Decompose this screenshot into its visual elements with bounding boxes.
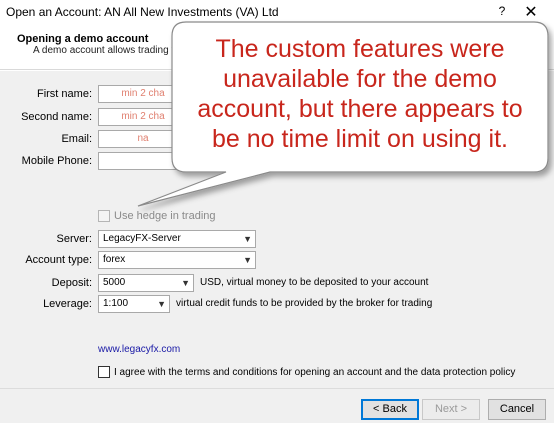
hedge-option: Use hedge in trading: [98, 210, 216, 222]
agree-option: I agree with the terms and conditions fo…: [98, 366, 515, 378]
server-value: LegacyFX-Server: [103, 233, 181, 244]
second-name-field[interactable]: min 2 cha: [98, 108, 188, 126]
leverage-label: Leverage:: [43, 298, 92, 310]
first-name-field[interactable]: min 2 cha: [98, 85, 188, 103]
leverage-note: virtual credit funds to be provided by t…: [176, 298, 433, 309]
server-select[interactable]: LegacyFX-Server ▼: [98, 230, 256, 248]
second-name-label: Second name:: [21, 111, 92, 123]
account-type-label: Account type:: [25, 254, 92, 266]
annotation-text: The custom features were unavailable for…: [197, 35, 523, 153]
deposit-value: 5000: [103, 277, 126, 288]
email-field[interactable]: na: [98, 130, 188, 148]
header-subtitle: A demo account allows trading with: [33, 45, 190, 56]
deposit-note: USD, virtual money to be deposited to yo…: [200, 277, 429, 288]
broker-website-link[interactable]: www.legacyfx.com: [98, 344, 180, 355]
chevron-down-icon: ▼: [243, 234, 252, 244]
cancel-button[interactable]: Cancel: [488, 399, 546, 420]
window-title: Open an Account: AN All New Investments …: [6, 5, 279, 19]
account-type-select[interactable]: forex ▼: [98, 251, 256, 269]
hedge-checkbox[interactable]: [98, 210, 110, 222]
server-label: Server:: [56, 233, 92, 245]
next-button[interactable]: Next >: [422, 399, 480, 420]
agree-checkbox[interactable]: [98, 366, 110, 378]
first-name-label: First name:: [36, 88, 92, 100]
deposit-select[interactable]: 5000 ▼: [98, 274, 194, 292]
chevron-down-icon: ▼: [181, 278, 190, 288]
back-button[interactable]: < Back: [361, 399, 419, 420]
leverage-select[interactable]: 1:100 ▼: [98, 295, 170, 313]
chevron-down-icon: ▼: [243, 255, 252, 265]
account-type-value: forex: [103, 254, 126, 265]
hedge-label: Use hedge in trading: [114, 210, 216, 222]
wizard-footer: < Back Next > Cancel: [0, 388, 554, 423]
title-bar: Open an Account: AN All New Investments …: [0, 0, 554, 24]
header-title: Opening a demo account: [17, 33, 149, 45]
help-icon[interactable]: ?: [494, 4, 510, 20]
close-icon[interactable]: ✕: [520, 2, 542, 22]
agree-label: I agree with the terms and conditions fo…: [114, 366, 516, 378]
leverage-value: 1:100: [103, 298, 129, 309]
chevron-down-icon: ▼: [157, 299, 166, 309]
deposit-label: Deposit:: [51, 277, 92, 289]
email-label: Email:: [61, 133, 92, 145]
mobile-phone-label: Mobile Phone:: [21, 155, 92, 167]
mobile-phone-field[interactable]: [98, 152, 188, 170]
